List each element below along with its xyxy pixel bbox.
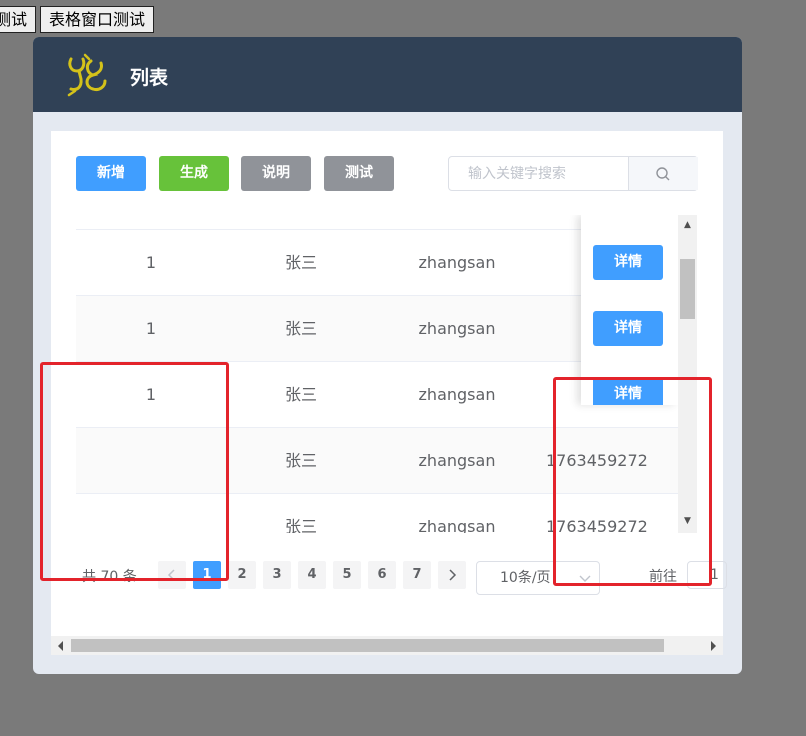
id-cell: 1 xyxy=(145,319,157,338)
account-cell: zhangsan xyxy=(418,385,496,404)
page-5-button[interactable]: 5 xyxy=(333,561,361,589)
name-cell: 张三 xyxy=(284,517,317,533)
dialog-header: 列表 xyxy=(33,37,742,112)
search-input[interactable] xyxy=(450,158,628,189)
page-3-button[interactable]: 3 xyxy=(263,561,291,589)
name-cell: 张三 xyxy=(284,385,317,404)
name-cell: 张三 xyxy=(284,451,317,470)
chevron-right-icon xyxy=(449,569,457,581)
id-cell: 1 xyxy=(145,253,157,272)
dialog-title: 列表 xyxy=(130,67,169,89)
name-cell: 张三 xyxy=(284,319,317,338)
annotation-box-right xyxy=(553,377,712,586)
search-button[interactable] xyxy=(628,157,698,190)
explain-button[interactable]: 说明 xyxy=(241,156,311,191)
add-button[interactable]: 新增 xyxy=(76,156,146,191)
search-icon xyxy=(656,167,670,181)
account-cell: zhangsan xyxy=(418,517,496,533)
horizontal-scrollbar[interactable] xyxy=(51,636,723,655)
page-size-value: 10条/页 xyxy=(500,570,551,586)
test-button[interactable]: 测试 xyxy=(324,156,394,191)
page-7-button[interactable]: 7 xyxy=(403,561,431,589)
annotation-box-left xyxy=(40,362,229,581)
name-cell: 张三 xyxy=(284,253,317,272)
logo-icon xyxy=(67,53,107,97)
scroll-up-arrow-icon[interactable]: ▲ xyxy=(678,217,697,233)
detail-button[interactable]: 详情 xyxy=(593,245,663,280)
vertical-scroll-thumb[interactable] xyxy=(680,259,695,319)
detail-button[interactable]: 详情 xyxy=(593,311,663,346)
table-window-test-button[interactable]: 表格窗口测试 xyxy=(40,6,155,33)
page-6-button[interactable]: 6 xyxy=(368,561,396,589)
scroll-right-arrow-icon[interactable] xyxy=(709,641,717,651)
account-cell: zhangsan xyxy=(418,451,496,470)
search-box xyxy=(448,156,698,191)
generate-button[interactable]: 生成 xyxy=(159,156,229,191)
scroll-left-arrow-icon[interactable] xyxy=(57,641,65,651)
page-4-button[interactable]: 4 xyxy=(298,561,326,589)
page-2-button[interactable]: 2 xyxy=(228,561,256,589)
next-page-button[interactable] xyxy=(438,561,466,589)
horizontal-scroll-thumb[interactable] xyxy=(71,639,664,652)
account-cell: zhangsan xyxy=(418,253,496,272)
test-window-button[interactable]: 测试 xyxy=(0,6,37,33)
account-cell: zhangsan xyxy=(418,319,496,338)
